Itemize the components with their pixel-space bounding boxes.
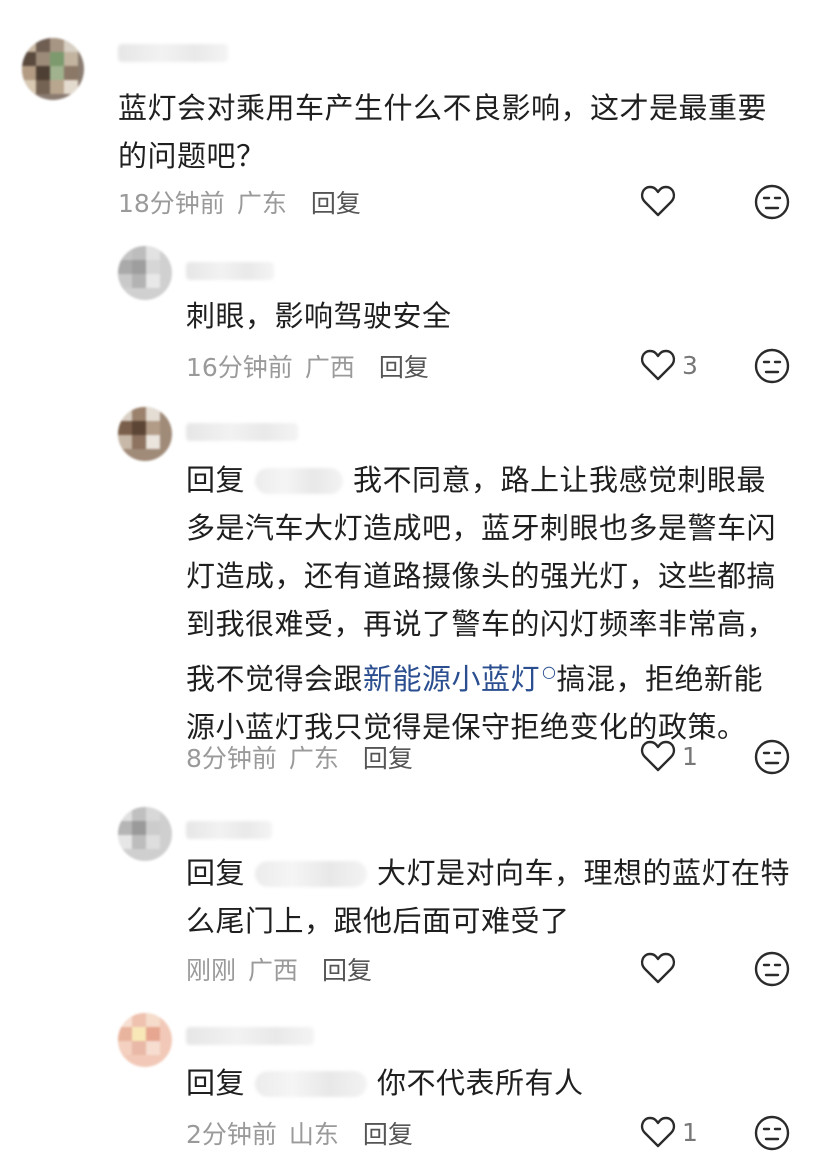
heart-outline-icon	[640, 740, 676, 772]
comment-5: 回复 你不代表所有人 2分钟前 山东 回复 1	[0, 1005, 820, 1176]
timestamp: 2分钟前	[186, 1120, 277, 1149]
comment-4: 回复 大灯是对向车，理想的蓝灯在特么尾门上，跟他后面可难受了 刚刚 广西 回复	[0, 795, 820, 1005]
masked-mention[interactable]	[255, 861, 368, 887]
comment-text: 回复 大灯是对向车，理想的蓝灯在特么尾门上，跟他后面可难受了	[186, 849, 792, 945]
region: 广东	[236, 189, 287, 218]
reply-button[interactable]: 回复	[322, 956, 372, 985]
username-masked[interactable]	[186, 423, 298, 441]
avatar[interactable]	[22, 38, 84, 100]
comment-3: 回复 我不同意，路上让我感觉刺眼最多是汽车大灯造成吧，蓝牙刺眼也多是警车闪灯造成，…	[0, 395, 820, 795]
comment-meta: 16分钟前 广西 回复	[186, 348, 429, 384]
comment-meta: 18分钟前 广东 回复	[118, 184, 361, 220]
masked-mention[interactable]	[255, 1071, 368, 1097]
timestamp: 8分钟前	[186, 744, 277, 773]
avatar[interactable]	[118, 807, 172, 861]
heart-outline-icon	[640, 349, 676, 381]
timestamp: 16分钟前	[186, 353, 293, 382]
region: 广西	[248, 956, 299, 985]
avatar[interactable]	[118, 407, 172, 461]
heart-outline-icon	[640, 185, 676, 217]
username-masked[interactable]	[186, 262, 274, 280]
avatar[interactable]	[118, 1013, 172, 1067]
masked-mention[interactable]	[255, 468, 344, 494]
comment-text: 蓝灯会对乘用车产生什么不良影响，这才是最重要的问题吧？	[118, 91, 768, 173]
like-button[interactable]: 3	[640, 348, 698, 382]
comment-text: 回复 你不代表所有人	[186, 1059, 792, 1107]
reply-button[interactable]: 回复	[363, 744, 413, 773]
reply-button[interactable]: 回复	[379, 353, 429, 382]
comment-meta: 8分钟前 广东 回复	[186, 739, 413, 775]
unimpressed-face-icon[interactable]	[754, 739, 790, 775]
topic-link[interactable]: 新能源小蓝灯	[363, 662, 540, 696]
region: 山东	[288, 1120, 339, 1149]
reply-prefix: 回复	[186, 463, 246, 497]
like-button[interactable]: 1	[640, 739, 698, 773]
comment-2: 刺眼，影响驾驶安全 16分钟前 广西 回复 3	[0, 230, 820, 390]
comment-text: 回复 我不同意，路上让我感觉刺眼最多是汽车大灯造成吧，蓝牙刺眼也多是警车闪灯造成，…	[186, 456, 792, 751]
comment-text: 刺眼，影响驾驶安全	[186, 299, 452, 333]
timestamp: 18分钟前	[118, 189, 225, 218]
unimpressed-face-icon[interactable]	[754, 184, 790, 220]
reply-prefix: 回复	[186, 1066, 246, 1100]
like-button[interactable]: 1	[640, 1115, 698, 1149]
reply-prefix: 回复	[186, 856, 246, 890]
unimpressed-face-icon[interactable]	[754, 1115, 790, 1151]
region: 广东	[288, 744, 339, 773]
username-masked[interactable]	[118, 44, 228, 62]
heart-outline-icon	[640, 952, 676, 984]
comment-1: 蓝灯会对乘用车产生什么不良影响，这才是最重要的问题吧？ 18分钟前 广东 回复	[0, 0, 820, 230]
username-masked[interactable]	[186, 821, 272, 839]
like-button[interactable]	[640, 951, 682, 985]
username-masked[interactable]	[186, 1027, 314, 1045]
comment-meta: 2分钟前 山东 回复	[186, 1115, 413, 1151]
region: 广西	[304, 353, 355, 382]
comment-meta: 刚刚 广西 回复	[186, 951, 372, 987]
comment-text-part: 你不代表所有人	[377, 1066, 584, 1100]
like-count: 3	[682, 350, 698, 380]
like-count: 1	[682, 1117, 698, 1147]
search-icon: ○	[542, 662, 557, 681]
avatar[interactable]	[118, 246, 172, 300]
unimpressed-face-icon[interactable]	[754, 348, 790, 384]
timestamp: 刚刚	[186, 956, 237, 985]
like-count: 1	[682, 741, 698, 771]
reply-button[interactable]: 回复	[311, 189, 361, 218]
like-button[interactable]	[640, 184, 682, 218]
heart-outline-icon	[640, 1116, 676, 1148]
unimpressed-face-icon[interactable]	[754, 951, 790, 987]
reply-button[interactable]: 回复	[363, 1120, 413, 1149]
